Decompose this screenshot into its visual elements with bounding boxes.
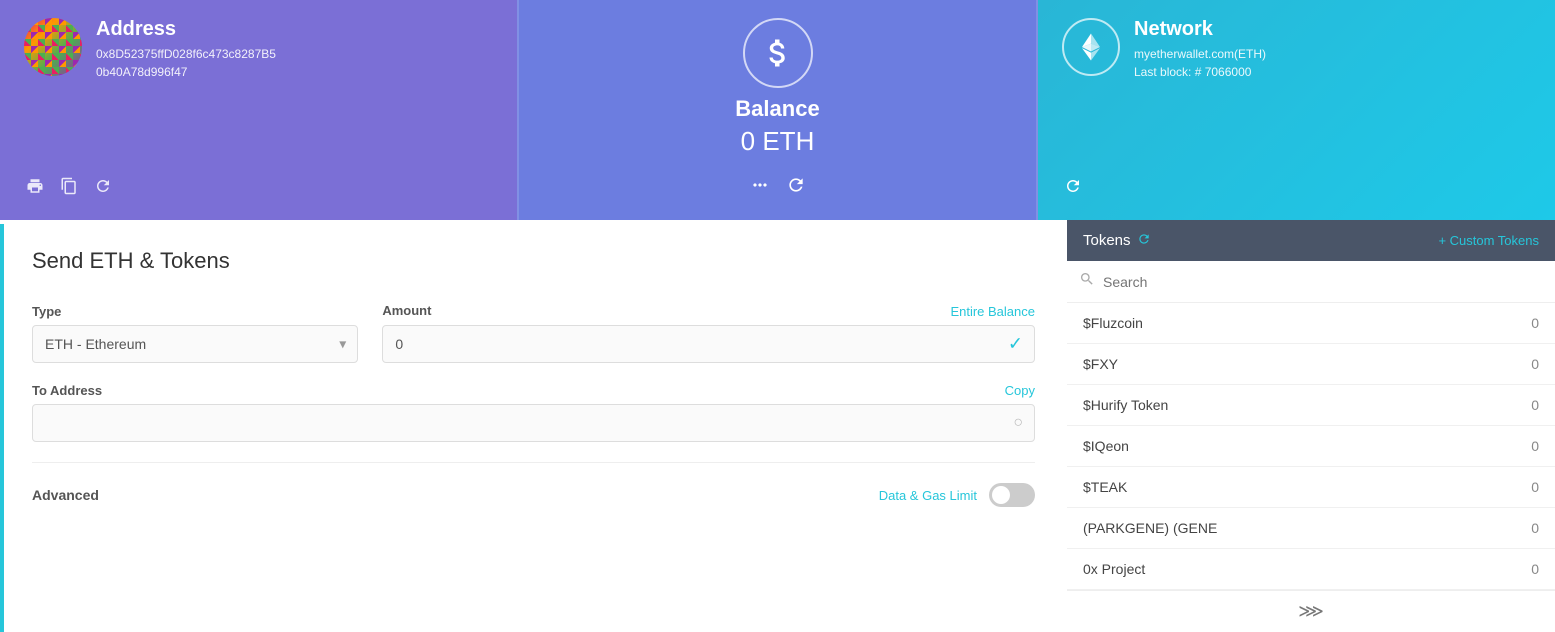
to-address-label-row: To Address Copy bbox=[32, 383, 1035, 398]
search-magnifier-icon bbox=[1079, 271, 1095, 287]
refresh-address-button[interactable] bbox=[92, 175, 114, 202]
token-list-item[interactable]: $IQeon 0 bbox=[1067, 426, 1555, 467]
address-line1: 0x8D52375ffD028f6c473c8287B5 bbox=[96, 45, 276, 63]
ethereum-icon bbox=[1073, 29, 1109, 65]
amount-input-wrapper: ✓ bbox=[382, 325, 1035, 363]
dollar-icon bbox=[760, 35, 796, 71]
token-balance: 0 bbox=[1531, 397, 1539, 413]
network-provider: myetherwallet.com(ETH) bbox=[1134, 45, 1266, 63]
token-list-item[interactable]: $Hurify Token 0 bbox=[1067, 385, 1555, 426]
address-input-wrapper: ○ bbox=[32, 404, 1035, 442]
address-card: Address 0x8D52375ffD028f6c473c8287B5 0b4… bbox=[0, 0, 517, 220]
send-panel: Send ETH & Tokens Type ETH - Ethereum ▾ … bbox=[0, 220, 1067, 632]
token-balance: 0 bbox=[1531, 315, 1539, 331]
balance-card: Balance 0 ETH bbox=[517, 0, 1038, 220]
token-list-item[interactable]: 0x Project 0 bbox=[1067, 549, 1555, 590]
token-list-item[interactable]: (PARKGENE) (GENE 0 bbox=[1067, 508, 1555, 549]
network-card: Network myetherwallet.com(ETH) Last bloc… bbox=[1038, 0, 1555, 220]
refresh-icon bbox=[94, 177, 112, 195]
refresh-network-icon bbox=[1064, 177, 1082, 195]
custom-tokens-link[interactable]: + Custom Tokens bbox=[1438, 233, 1539, 248]
token-balance: 0 bbox=[1531, 561, 1539, 577]
refresh-balance-button[interactable] bbox=[784, 173, 808, 202]
address-card-actions bbox=[24, 167, 493, 202]
tokens-footer: ⋙ bbox=[1067, 590, 1555, 632]
tokens-search-input[interactable] bbox=[1103, 274, 1543, 290]
network-info: Network myetherwallet.com(ETH) Last bloc… bbox=[1134, 18, 1266, 81]
token-name: $Fluzcoin bbox=[1083, 315, 1143, 331]
network-last-block: Last block: # 7066000 bbox=[1134, 63, 1266, 81]
network-card-actions bbox=[1062, 167, 1531, 202]
network-title: Network bbox=[1134, 18, 1266, 41]
to-address-section: To Address Copy ○ bbox=[32, 383, 1035, 442]
type-group: Type ETH - Ethereum ▾ bbox=[32, 304, 358, 363]
gas-toggle[interactable] bbox=[989, 483, 1035, 507]
to-address-input[interactable] bbox=[32, 404, 1035, 442]
token-name: $IQeon bbox=[1083, 438, 1129, 454]
tokens-search-bar bbox=[1067, 261, 1555, 303]
token-name: (PARKGENE) (GENE bbox=[1083, 520, 1217, 536]
to-address-label: To Address bbox=[32, 383, 102, 398]
print-button[interactable] bbox=[24, 175, 46, 202]
token-name: $FXY bbox=[1083, 356, 1118, 372]
type-amount-row: Type ETH - Ethereum ▾ Amount Entire Bala… bbox=[32, 302, 1035, 363]
show-more-button[interactable]: ⋙ bbox=[1298, 601, 1324, 622]
refresh-balance-icon bbox=[786, 175, 806, 195]
token-name: $TEAK bbox=[1083, 479, 1127, 495]
balance-title: Balance bbox=[735, 96, 819, 122]
copy-address-button[interactable] bbox=[58, 175, 80, 202]
token-name: 0x Project bbox=[1083, 561, 1145, 577]
advanced-row: Advanced Data & Gas Limit bbox=[32, 483, 1035, 507]
toggle-slider bbox=[989, 483, 1035, 507]
token-balance: 0 bbox=[1531, 356, 1539, 372]
address-title: Address bbox=[96, 18, 276, 41]
address-card-header: Address 0x8D52375ffD028f6c473c8287B5 0b4… bbox=[24, 18, 493, 81]
tokens-label: Tokens bbox=[1083, 232, 1131, 249]
print-icon bbox=[26, 177, 44, 195]
type-select-wrapper: ETH - Ethereum ▾ bbox=[32, 325, 358, 363]
tokens-refresh-icon bbox=[1137, 232, 1151, 246]
amount-group: Amount Entire Balance ✓ bbox=[382, 302, 1035, 363]
copy-icon bbox=[60, 177, 78, 195]
eth-network-icon bbox=[1062, 18, 1120, 76]
type-select[interactable]: ETH - Ethereum bbox=[32, 325, 358, 363]
token-list-item[interactable]: $TEAK 0 bbox=[1067, 467, 1555, 508]
token-list-item[interactable]: $FXY 0 bbox=[1067, 344, 1555, 385]
avatar bbox=[24, 18, 82, 76]
advanced-controls: Data & Gas Limit bbox=[879, 483, 1035, 507]
tokens-header: Tokens + Custom Tokens bbox=[1067, 220, 1555, 261]
copy-address-link[interactable]: Copy bbox=[1005, 383, 1035, 398]
token-list-item[interactable]: $Fluzcoin 0 bbox=[1067, 303, 1555, 344]
token-balance: 0 bbox=[1531, 520, 1539, 536]
balance-actions bbox=[748, 173, 808, 202]
advanced-label: Advanced bbox=[32, 487, 99, 503]
tokens-panel: Tokens + Custom Tokens $Fluzcoin bbox=[1067, 220, 1555, 632]
tokens-list: $Fluzcoin 0 $FXY 0 $Hurify Token 0 $IQeo… bbox=[1067, 303, 1555, 590]
address-line2: 0b40A78d996f47 bbox=[96, 63, 276, 81]
amount-label: Amount bbox=[382, 303, 431, 318]
refresh-network-button[interactable] bbox=[1062, 175, 1084, 202]
address-status-icon: ○ bbox=[1013, 414, 1023, 432]
address-info: Address 0x8D52375ffD028f6c473c8287B5 0b4… bbox=[96, 18, 276, 81]
main-content: Send ETH & Tokens Type ETH - Ethereum ▾ … bbox=[0, 220, 1555, 632]
more-options-button[interactable] bbox=[748, 173, 772, 202]
send-title: Send ETH & Tokens bbox=[32, 248, 1035, 274]
entire-balance-link[interactable]: Entire Balance bbox=[950, 302, 1035, 319]
more-horiz-icon bbox=[750, 175, 770, 195]
tokens-title-row: Tokens bbox=[1083, 232, 1151, 249]
tokens-refresh-button[interactable] bbox=[1137, 232, 1151, 249]
balance-amount: 0 ETH bbox=[741, 126, 815, 157]
token-balance: 0 bbox=[1531, 479, 1539, 495]
search-icon bbox=[1079, 271, 1095, 292]
top-cards: Address 0x8D52375ffD028f6c473c8287B5 0b4… bbox=[0, 0, 1555, 220]
network-card-header: Network myetherwallet.com(ETH) Last bloc… bbox=[1062, 18, 1531, 81]
type-label: Type bbox=[32, 304, 358, 319]
balance-icon-circle bbox=[743, 18, 813, 88]
amount-input[interactable] bbox=[382, 325, 1035, 363]
token-name: $Hurify Token bbox=[1083, 397, 1168, 413]
token-balance: 0 bbox=[1531, 438, 1539, 454]
gas-limit-label: Data & Gas Limit bbox=[879, 488, 977, 503]
amount-valid-icon: ✓ bbox=[1008, 334, 1023, 355]
divider bbox=[32, 462, 1035, 463]
